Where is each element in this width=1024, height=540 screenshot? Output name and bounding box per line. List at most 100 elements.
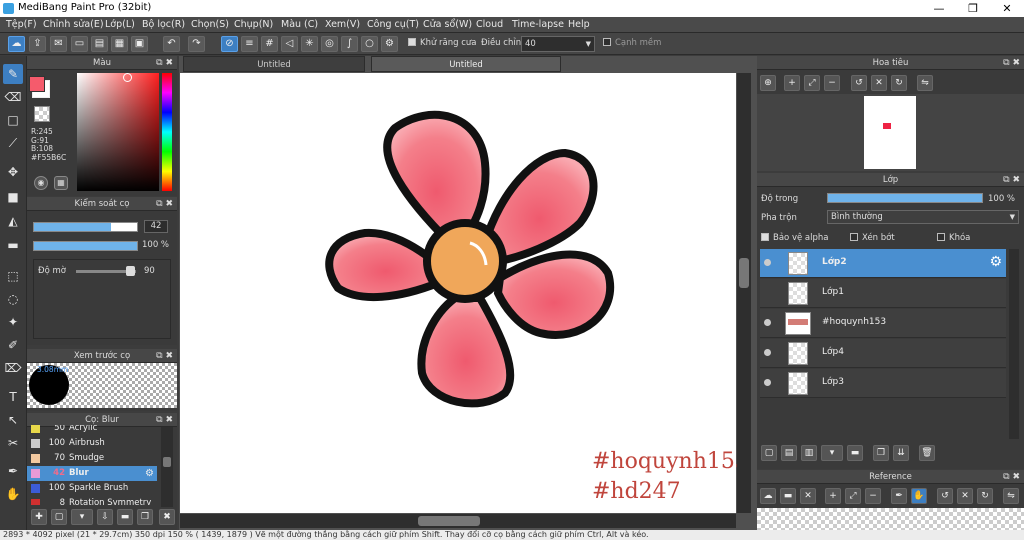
duplicate-layer-icon[interactable]: ❐ bbox=[873, 445, 889, 461]
merge-down-icon[interactable]: ⇊ bbox=[893, 445, 909, 461]
ellipse-snap-icon[interactable]: ○ bbox=[361, 36, 378, 52]
panel-controls-icon[interactable]: ⧉ ✖ bbox=[1003, 56, 1020, 70]
primary-color-swatch[interactable] bbox=[29, 76, 45, 92]
menu-window[interactable]: Cửa sổ(W) bbox=[423, 19, 472, 30]
lock-check-box[interactable] bbox=[937, 232, 945, 241]
transparent-color-swatch[interactable] bbox=[34, 106, 50, 122]
brush-menu-icon[interactable]: ▾ bbox=[71, 509, 93, 525]
color-wheel-icon[interactable]: ◉ bbox=[34, 176, 48, 190]
layer-row-active[interactable]: Lớp2 ⚙ bbox=[760, 249, 1006, 278]
menu-view[interactable]: Xem(V) bbox=[325, 19, 360, 30]
eye-icon[interactable] bbox=[764, 319, 771, 326]
flip-icon[interactable]: ⇋ bbox=[1003, 488, 1019, 504]
snap-settings-icon[interactable]: ⚙ bbox=[381, 36, 398, 52]
rotate-left-icon[interactable]: ↺ bbox=[851, 75, 867, 91]
panel-icon[interactable]: ▦ bbox=[111, 36, 128, 52]
shape-tool-icon[interactable]: ■ bbox=[3, 187, 23, 207]
radial-snap-icon[interactable]: ✳ bbox=[301, 36, 318, 52]
soft-edge-check-box[interactable] bbox=[603, 37, 611, 46]
size-input[interactable]: 42 bbox=[144, 220, 168, 233]
opacity-slider[interactable] bbox=[33, 241, 138, 251]
maximize-button[interactable]: ❐ bbox=[956, 0, 990, 17]
vanishing-snap-icon[interactable]: ◁ bbox=[281, 36, 298, 52]
scroll-thumb[interactable] bbox=[739, 258, 749, 288]
select-eraser-tool-icon[interactable]: ⌦ bbox=[3, 358, 23, 378]
hand-icon[interactable]: ✋ bbox=[911, 488, 927, 504]
antialias-checkbox[interactable]: Khử răng cưa bbox=[408, 37, 477, 48]
folder-icon[interactable]: ▬ bbox=[847, 445, 863, 461]
zoom-in-icon[interactable]: + bbox=[825, 488, 841, 504]
layer-row[interactable]: #hoquynh153 bbox=[760, 309, 1006, 338]
delete-layer-icon[interactable]: 🗑 bbox=[919, 445, 935, 461]
delete-icon[interactable]: ✖ bbox=[159, 509, 175, 525]
scroll-thumb[interactable] bbox=[163, 457, 171, 467]
brush-tool-icon[interactable]: ✎ bbox=[3, 64, 23, 84]
navigator-viewport[interactable] bbox=[883, 123, 891, 129]
protect-alpha-checkbox[interactable]: Bảo vệ alpha bbox=[761, 232, 828, 243]
hand-tool-icon[interactable]: ✋ bbox=[3, 484, 23, 504]
canvas-horizontal-scrollbar[interactable] bbox=[180, 514, 736, 528]
menu-select[interactable]: Chọn(S) bbox=[191, 19, 229, 30]
brush-item[interactable]: 8 Rotation Symmetry Pe bbox=[27, 496, 157, 505]
canvas-vertical-scrollbar[interactable] bbox=[737, 73, 751, 513]
cloud-icon[interactable]: ☁ bbox=[8, 36, 25, 52]
menu-help[interactable]: Help bbox=[568, 19, 590, 30]
brush-item-active[interactable]: 42 Blur ⚙ bbox=[27, 466, 157, 481]
minimize-button[interactable]: — bbox=[922, 0, 956, 17]
brush-item[interactable]: 50 Acrylic bbox=[27, 425, 157, 436]
menu-tools[interactable]: Công cụ(T) bbox=[367, 19, 419, 30]
correction-select[interactable]: 40 ▼ bbox=[521, 36, 595, 52]
rotate-right-icon[interactable]: ↻ bbox=[977, 488, 993, 504]
share-icon[interactable]: ⇪ bbox=[29, 36, 46, 52]
magic-wand-tool-icon[interactable]: ✦ bbox=[3, 312, 23, 332]
zoom-in-icon[interactable]: + bbox=[784, 75, 800, 91]
comment-icon[interactable]: ✉ bbox=[50, 36, 67, 52]
download-icon[interactable]: ⇩ bbox=[97, 509, 113, 525]
new-layer-icon[interactable]: ▢ bbox=[761, 445, 777, 461]
reset-rotate-icon[interactable]: ✕ bbox=[957, 488, 973, 504]
eyedropper-icon[interactable]: ✒ bbox=[891, 488, 907, 504]
layer-row[interactable]: Lớp4 bbox=[760, 339, 1006, 368]
menu-file[interactable]: Tệp(F) bbox=[6, 19, 37, 30]
dot-tool-icon[interactable]: □ bbox=[3, 110, 23, 130]
menu-timelapse[interactable]: Time-lapse bbox=[512, 19, 564, 30]
cloud-download-icon[interactable]: ☁ bbox=[760, 488, 776, 504]
scroll-thumb[interactable] bbox=[418, 516, 480, 526]
curve-snap-icon[interactable]: ∫ bbox=[341, 36, 358, 52]
grid-icon[interactable]: ▣ bbox=[131, 36, 148, 52]
brush-item[interactable]: 100 Sparkle Brush bbox=[27, 481, 157, 496]
lasso-tool-icon[interactable]: ◌ bbox=[3, 289, 23, 309]
fit-window-icon[interactable]: ⤢ bbox=[804, 75, 820, 91]
add-brush-icon[interactable]: ✚ bbox=[31, 509, 47, 525]
document-tab-active[interactable]: Untitled bbox=[371, 56, 561, 72]
circle-snap-icon[interactable]: ◎ bbox=[321, 36, 338, 52]
zoom-out-icon[interactable]: − bbox=[865, 488, 881, 504]
graduation-tool-icon[interactable]: ⟋ bbox=[3, 133, 23, 153]
menu-edit[interactable]: Chỉnh sửa(E) bbox=[43, 19, 104, 30]
drawing-canvas[interactable]: #hoquynh153 #hd247 bbox=[180, 73, 749, 513]
folder-icon[interactable]: ▬ bbox=[117, 509, 133, 525]
lock-checkbox[interactable]: Khóa bbox=[937, 232, 970, 243]
antialias-check-box[interactable] bbox=[408, 37, 416, 46]
panel-controls-icon[interactable]: ⧉ ✖ bbox=[156, 349, 173, 363]
clipping-check-box[interactable] bbox=[850, 232, 858, 241]
color-palette-icon[interactable]: ▦ bbox=[54, 176, 68, 190]
brush-item[interactable]: 100 Airbrush bbox=[27, 436, 157, 451]
new-brush-icon[interactable]: ▢ bbox=[51, 509, 67, 525]
snap-off-icon[interactable]: ⊘ bbox=[221, 36, 238, 52]
panel-controls-icon[interactable]: ⧉ ✖ bbox=[1003, 173, 1020, 187]
new-1bit-layer-icon[interactable]: ▥ bbox=[801, 445, 817, 461]
close-icon[interactable]: ✕ bbox=[800, 488, 816, 504]
gear-icon[interactable]: ⚙ bbox=[145, 466, 154, 481]
close-button[interactable]: ✕ bbox=[990, 0, 1024, 17]
text-tool-icon[interactable]: T bbox=[3, 387, 23, 407]
hue-slider[interactable] bbox=[162, 73, 172, 191]
undo-icon[interactable]: ↶ bbox=[163, 36, 180, 52]
reference-view[interactable] bbox=[757, 508, 1024, 530]
gear-icon[interactable]: ⚙ bbox=[989, 254, 1002, 270]
page-icon[interactable]: ▤ bbox=[91, 36, 108, 52]
menu-filter[interactable]: Bộ lọc(R) bbox=[142, 19, 185, 30]
divide-tool-icon[interactable]: ✂ bbox=[3, 433, 23, 453]
layer-opacity-slider[interactable] bbox=[827, 193, 983, 203]
duplicate-icon[interactable]: ❐ bbox=[137, 509, 153, 525]
